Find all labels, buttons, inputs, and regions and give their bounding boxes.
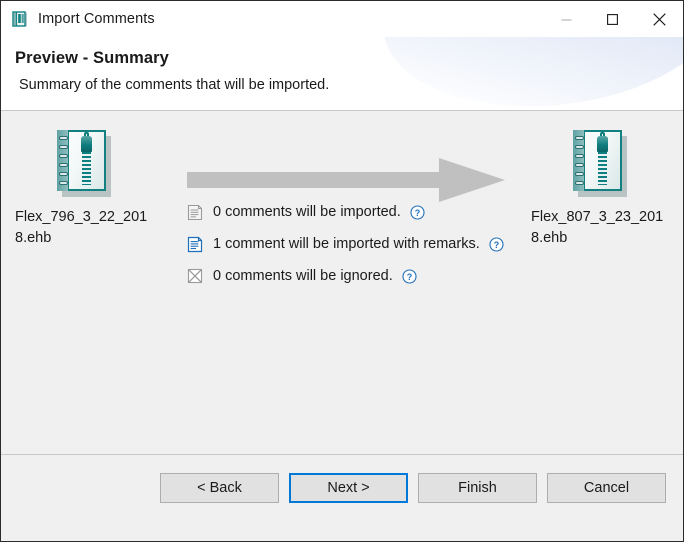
svg-text:?: ? <box>415 208 421 218</box>
target-file-name: Flex_807_3_23_2018.ehb <box>525 207 675 249</box>
page-subtitle: Summary of the comments that will be imp… <box>1 68 683 93</box>
dialog-content: Flex_796_3_22_2018.ehb <box>1 111 683 454</box>
title-bar-left: Import Comments <box>1 11 155 28</box>
document-gray-icon <box>187 204 204 221</box>
source-file-node: Flex_796_3_22_2018.ehb <box>9 129 159 249</box>
header-text-block: Preview - Summary Summary of the comment… <box>1 37 683 93</box>
title-bar: Import Comments <box>1 1 683 37</box>
notebook-file-icon <box>55 129 113 197</box>
summary-list: 0 comments will be imported. ? <box>187 202 504 286</box>
source-file-name: Flex_796_3_22_2018.ehb <box>9 207 159 249</box>
summary-text-remarks: 1 comment will be imported with remarks. <box>213 236 480 252</box>
help-icon[interactable]: ? <box>489 237 504 252</box>
notebook-file-icon <box>571 129 629 197</box>
close-icon[interactable] <box>635 1 683 37</box>
summary-row-imported: 0 comments will be imported. ? <box>187 202 504 222</box>
summary-text-imported: 0 comments will be imported. <box>213 204 401 220</box>
document-blue-icon <box>187 236 204 253</box>
dialog-button-bar: < Back Next > Finish Cancel <box>1 454 683 541</box>
help-icon[interactable]: ? <box>410 205 425 220</box>
summary-row-ignored: 0 comments will be ignored. ? <box>187 266 504 286</box>
ignored-x-icon <box>187 268 204 285</box>
page-title: Preview - Summary <box>1 37 683 68</box>
back-button[interactable]: < Back <box>160 473 279 503</box>
window-title: Import Comments <box>38 11 155 27</box>
maximize-icon[interactable] <box>589 1 635 37</box>
finish-button[interactable]: Finish <box>418 473 537 503</box>
target-file-node: Flex_807_3_23_2018.ehb <box>525 129 675 249</box>
summary-text-ignored: 0 comments will be ignored. <box>213 268 393 284</box>
svg-text:?: ? <box>406 272 412 282</box>
cancel-button[interactable]: Cancel <box>547 473 666 503</box>
import-comments-dialog: Import Comments Pre <box>0 0 684 542</box>
summary-row-remarks: 1 comment will be imported with remarks.… <box>187 234 504 254</box>
notebook-document-icon <box>12 11 29 28</box>
help-icon[interactable]: ? <box>402 269 417 284</box>
right-arrow-icon <box>187 156 507 204</box>
window-controls <box>543 1 683 37</box>
dialog-header: Preview - Summary Summary of the comment… <box>1 37 683 111</box>
svg-text:?: ? <box>493 240 499 250</box>
next-button[interactable]: Next > <box>289 473 408 503</box>
minimize-icon[interactable] <box>543 1 589 37</box>
